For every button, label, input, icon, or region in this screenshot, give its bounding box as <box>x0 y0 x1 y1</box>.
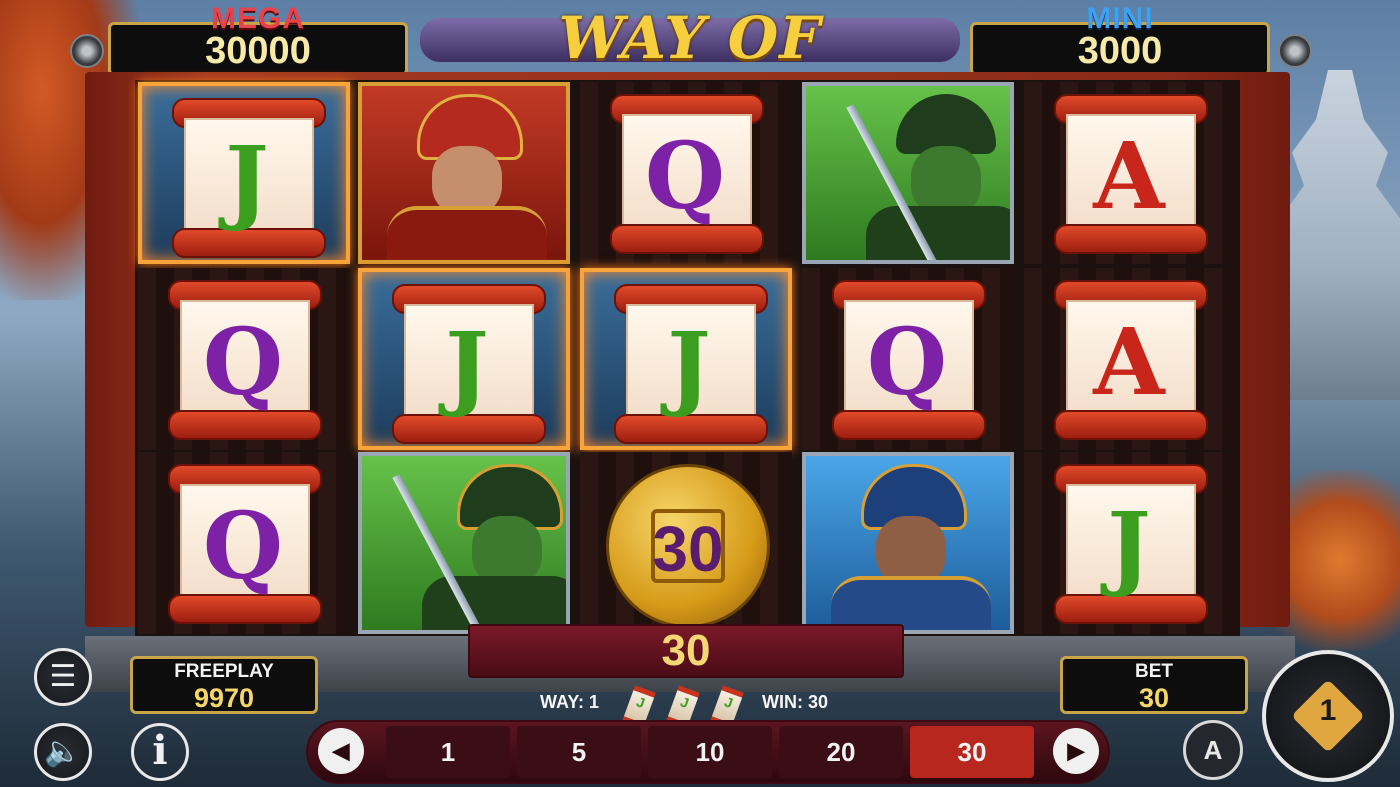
symbol-letter: Q <box>202 492 284 600</box>
way-label: WAY: 1 <box>540 692 600 712</box>
spin-label: 1 <box>1319 694 1337 727</box>
reel-cell: J <box>138 82 350 264</box>
scroll-symbol-j: J <box>392 284 546 444</box>
samurai-green-portrait-icon <box>358 452 570 634</box>
autoplay-button[interactable]: A <box>1183 720 1243 780</box>
castle-background <box>1280 70 1400 400</box>
symbol-letter: J <box>1107 492 1151 600</box>
symbol-letter: Q <box>202 308 284 416</box>
bet-option[interactable]: 1 <box>386 726 510 778</box>
reel-cell: J <box>580 268 792 450</box>
bolt-icon <box>70 34 104 68</box>
info-button[interactable]: i <box>131 723 189 781</box>
mini-value: 3000 <box>1077 30 1163 72</box>
autoplay-icon: A <box>1203 735 1223 765</box>
scroll-symbol-q: Q <box>832 280 986 440</box>
samurai-red-portrait-icon <box>358 82 570 264</box>
reel-cell <box>358 82 570 264</box>
prev-bet-button[interactable]: ◀ <box>318 728 364 774</box>
bet-option-selected[interactable]: 30 <box>910 726 1034 778</box>
prev-arrow-icon: ◀ <box>332 738 350 763</box>
scroll-symbol-q: Q <box>168 464 322 624</box>
reel-cell: A <box>1024 268 1236 450</box>
mega-value: 30000 <box>205 30 311 72</box>
bet-option[interactable]: 5 <box>517 726 641 778</box>
reel-cell <box>802 452 1014 634</box>
scroll-symbol-q: Q <box>610 94 764 254</box>
reel-cell: J <box>358 268 570 450</box>
freeplay-label: FREEPLAY <box>174 661 274 682</box>
freeplay-value: 9970 <box>193 683 255 713</box>
next-arrow-icon: ▶ <box>1067 738 1085 763</box>
scroll-symbol-j: J <box>1054 464 1208 624</box>
next-bet-button[interactable]: ▶ <box>1053 728 1099 774</box>
bonus-coin-icon: 30 <box>606 464 770 628</box>
scroll-symbol-a: A <box>1054 94 1208 254</box>
symbol-letter: A <box>1093 122 1165 230</box>
info-icon: i <box>131 723 189 781</box>
win-label: WIN: 30 <box>762 692 829 712</box>
bet-box: BET 30 <box>1060 656 1248 714</box>
scroll-symbol-q: Q <box>168 280 322 440</box>
symbol-letter: Q <box>866 308 948 416</box>
samurai-green-portrait-icon <box>802 82 1014 264</box>
reel-cell: Q <box>138 268 350 450</box>
symbol-letter: A <box>1093 308 1165 416</box>
scroll-symbol-a: A <box>1054 280 1208 440</box>
bet-value: 30 <box>1138 683 1170 713</box>
menu-icon: ☰ <box>49 660 77 693</box>
freeplay-box: FREEPLAY 9970 <box>130 656 318 714</box>
win-display: 30 <box>468 624 904 678</box>
symbol-letter: J <box>445 312 489 420</box>
spin-button[interactable]: 1 <box>1262 650 1394 782</box>
bolt-icon <box>1278 34 1312 68</box>
coin-value: 30 <box>652 513 724 585</box>
bet-label: BET <box>1135 661 1173 682</box>
reel-cell: Q <box>138 452 350 634</box>
scroll-symbol-j: J <box>614 284 768 444</box>
reel-cell: J <box>1024 452 1236 634</box>
scroll-symbol-j: J <box>172 98 326 258</box>
symbol-letter: J <box>667 312 711 420</box>
bet-option[interactable]: 10 <box>648 726 772 778</box>
samurai-blue-portrait-icon <box>802 452 1014 634</box>
symbol-letter: Q <box>644 122 726 230</box>
sound-button[interactable]: 🔈 <box>34 723 92 781</box>
bet-option[interactable]: 20 <box>779 726 903 778</box>
sound-icon: 🔈 <box>44 735 82 768</box>
reel-cell: Q <box>802 268 1014 450</box>
reel-cell <box>358 452 570 634</box>
win-value: 30 <box>661 626 711 675</box>
menu-button[interactable]: ☰ <box>34 648 92 706</box>
symbol-letter: J <box>225 126 269 234</box>
reel-cell: A <box>1024 82 1236 264</box>
reel-cell <box>802 82 1014 264</box>
reel-cell: Q <box>580 82 792 264</box>
